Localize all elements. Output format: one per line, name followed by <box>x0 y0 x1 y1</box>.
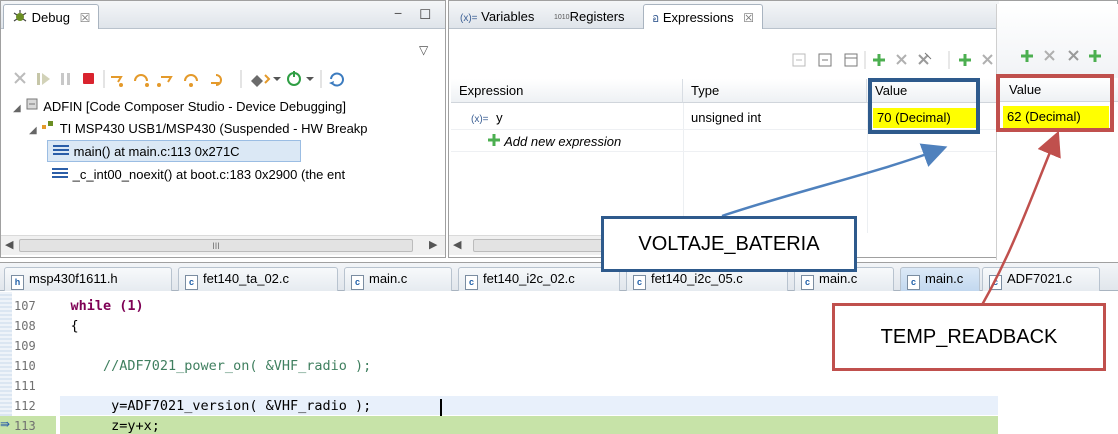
callout-temp-readback: TEMP_READBACK <box>832 303 1106 371</box>
callout-voltaje-bateria: VOLTAJE_BATERIA <box>601 216 857 272</box>
